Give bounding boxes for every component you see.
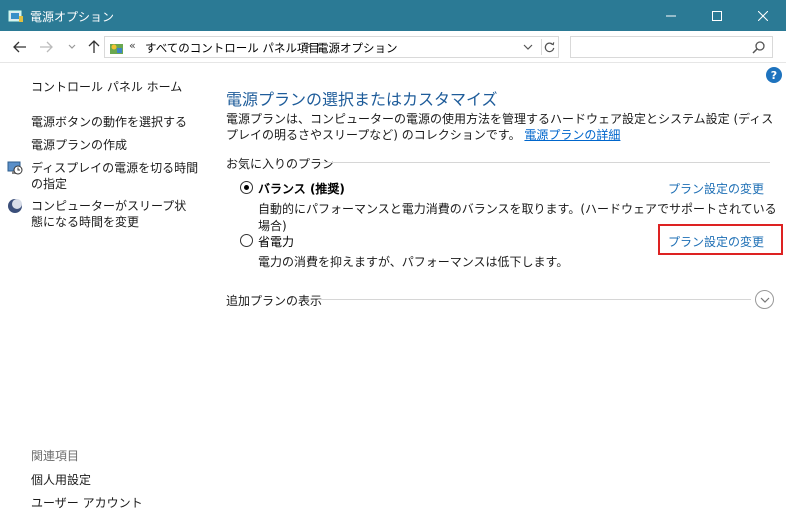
search-icon bbox=[752, 41, 765, 54]
up-button[interactable] bbox=[86, 39, 102, 55]
breadcrumb-separator[interactable]: > bbox=[304, 39, 313, 52]
chevron-down-icon bbox=[760, 297, 769, 303]
power-saver-plan-description: 電力の消費を抑えますが、パフォーマンスは低下します。 bbox=[258, 255, 569, 269]
user-accounts-link[interactable]: ユーザー アカウント bbox=[31, 495, 143, 511]
power-saver-plan-name[interactable]: 省電力 bbox=[258, 233, 294, 250]
minimize-button[interactable] bbox=[648, 0, 694, 31]
close-button[interactable] bbox=[740, 0, 786, 31]
balanced-plan-radio[interactable] bbox=[240, 181, 253, 194]
favorites-divider bbox=[320, 162, 770, 163]
balanced-change-settings-link[interactable]: プラン設定の変更 bbox=[668, 180, 764, 197]
maximize-icon bbox=[712, 10, 722, 21]
sidebar: コントロール パネル ホーム 電源ボタンの動作を選択する 電源プランの作成 ディ… bbox=[0, 64, 210, 531]
arrow-left-icon bbox=[13, 41, 26, 53]
recent-locations-button[interactable] bbox=[64, 39, 80, 55]
page-description: 電源プランは、コンピューターの電源の使用方法を管理するハードウェア設定とシステム… bbox=[226, 111, 774, 143]
search-box[interactable] bbox=[570, 36, 773, 58]
arrow-up-icon bbox=[88, 40, 100, 53]
breadcrumb-power-options[interactable]: 電源オプション bbox=[317, 40, 398, 56]
search-input[interactable] bbox=[573, 38, 749, 56]
title-bar: 電源オプション bbox=[0, 0, 786, 31]
power-plan-details-link[interactable]: 電源プランの詳細 bbox=[524, 128, 620, 142]
favorites-header: お気に入りのプラン bbox=[226, 157, 335, 171]
power-saver-plan-radio[interactable] bbox=[240, 234, 253, 247]
power-options-icon bbox=[8, 10, 23, 22]
personalization-link[interactable]: 個人用設定 bbox=[31, 472, 91, 488]
breadcrumb-overflow[interactable]: « bbox=[129, 39, 136, 52]
balanced-plan-name[interactable]: バランス (推奨) bbox=[258, 180, 345, 197]
display-off-time-link[interactable]: ディスプレイの電源を切る時間の指定 bbox=[31, 160, 201, 192]
power-saver-change-settings-link[interactable]: プラン設定の変更 bbox=[668, 233, 764, 250]
back-button[interactable] bbox=[12, 39, 28, 55]
window-title: 電源オプション bbox=[30, 10, 115, 24]
forward-button[interactable] bbox=[38, 39, 54, 55]
see-also-header: 関連項目 bbox=[31, 449, 80, 463]
control-panel-home-link[interactable]: コントロール パネル ホーム bbox=[31, 79, 182, 95]
arrow-right-icon bbox=[40, 41, 53, 53]
address-dropdown-icon[interactable] bbox=[521, 40, 535, 54]
choose-power-button-link[interactable]: 電源ボタンの動作を選択する bbox=[31, 114, 187, 130]
additional-plans-header[interactable]: 追加プランの表示 bbox=[226, 292, 322, 309]
chevron-down-icon bbox=[68, 44, 76, 49]
navigation-bar: « すべてのコントロール パネル項目 > 電源オプション bbox=[0, 31, 786, 63]
display-clock-icon bbox=[7, 161, 23, 175]
additional-plans-divider bbox=[318, 299, 751, 300]
refresh-icon[interactable] bbox=[541, 39, 557, 55]
help-button[interactable]: ? bbox=[766, 67, 782, 83]
address-bar[interactable]: « すべてのコントロール パネル項目 > 電源オプション bbox=[104, 36, 559, 58]
sleep-moon-icon bbox=[8, 199, 22, 213]
breadcrumb-all-items[interactable]: すべてのコントロール パネル項目 bbox=[145, 40, 320, 56]
create-power-plan-link[interactable]: 電源プランの作成 bbox=[31, 137, 127, 153]
sleep-time-link[interactable]: コンピューターがスリープ状態になる時間を変更 bbox=[31, 198, 191, 230]
control-panel-icon bbox=[110, 44, 123, 54]
page-title: 電源プランの選択またはカスタマイズ bbox=[226, 90, 498, 109]
close-icon bbox=[758, 10, 768, 21]
expand-additional-plans-button[interactable] bbox=[755, 290, 774, 309]
minimize-icon bbox=[666, 15, 676, 16]
description-text: 電源プランは、コンピューターの電源の使用方法を管理するハードウェア設定とシステム… bbox=[226, 112, 774, 142]
maximize-button[interactable] bbox=[694, 0, 740, 31]
